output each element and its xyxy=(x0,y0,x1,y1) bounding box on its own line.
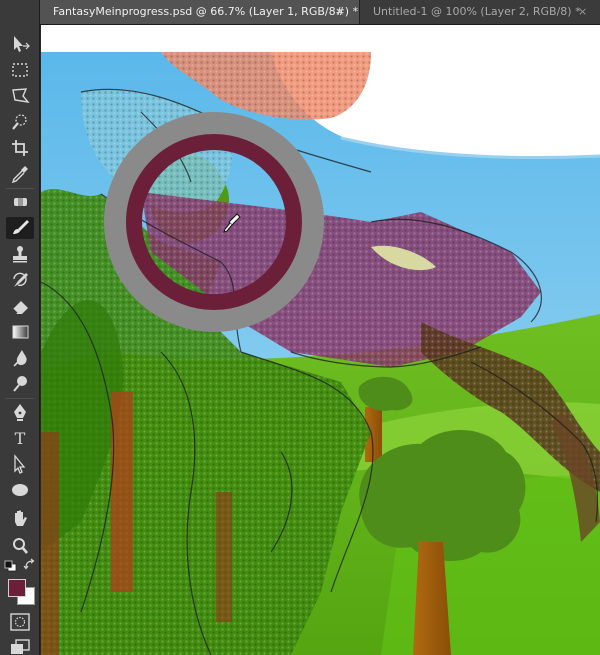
pen-icon xyxy=(14,404,26,421)
tab-label: FantasyMeinprogress.psd @ 66.7% (Layer 1… xyxy=(53,5,359,18)
history-brush-tool[interactable] xyxy=(6,269,34,291)
blur-tool[interactable] xyxy=(6,347,34,369)
gradient-icon xyxy=(12,325,29,339)
path-selection-icon xyxy=(14,454,26,474)
tab-fantasy-document[interactable]: FantasyMeinprogress.psd @ 66.7% (Layer 1… xyxy=(40,0,360,24)
close-tab-icon[interactable]: × xyxy=(578,0,587,24)
foreground-color-swatch[interactable] xyxy=(8,579,26,597)
eyedropper-icon xyxy=(11,166,28,184)
lasso-tool[interactable] xyxy=(6,85,34,107)
crop-tool[interactable] xyxy=(6,137,34,159)
toolbar-divider xyxy=(6,188,34,189)
dodge-tool[interactable] xyxy=(6,373,34,395)
blur-drop-icon xyxy=(13,350,27,367)
magnifier-icon xyxy=(13,538,29,554)
pen-tool[interactable] xyxy=(6,401,34,423)
tools-panel: T xyxy=(0,0,40,655)
document-tab-bar: FantasyMeinprogress.psd @ 66.7% (Layer 1… xyxy=(40,0,600,25)
ellipse-tool[interactable] xyxy=(6,479,34,501)
quick-mask-icon[interactable] xyxy=(10,613,30,631)
screen-mode-icon[interactable] xyxy=(10,639,30,655)
red-trunk-left xyxy=(111,392,133,592)
ellipse-icon xyxy=(12,484,28,496)
dodge-icon xyxy=(13,376,27,392)
type-tool-glyph: T xyxy=(15,429,26,448)
swap-colors-icon[interactable] xyxy=(23,558,36,571)
default-colors-icon[interactable] xyxy=(4,560,17,572)
brush-icon xyxy=(13,220,29,234)
history-brush-icon xyxy=(13,272,28,287)
eyedropper-tool[interactable] xyxy=(6,163,34,185)
polygonal-lasso-icon xyxy=(12,88,30,103)
marquee-tool[interactable] xyxy=(6,59,34,81)
close-tab-icon[interactable]: × xyxy=(335,0,344,24)
red-trunk-edge xyxy=(41,432,59,655)
crop-icon xyxy=(12,140,28,156)
document-canvas[interactable] xyxy=(41,52,600,655)
brush-tool[interactable] xyxy=(6,217,34,239)
move-tool[interactable] xyxy=(6,33,34,55)
clone-stamp-tool[interactable] xyxy=(6,243,34,265)
eraser-tool[interactable] xyxy=(6,295,34,317)
type-tool[interactable]: T xyxy=(6,427,34,449)
bandage-icon xyxy=(14,198,27,206)
hand-icon xyxy=(15,510,27,526)
toolbar-divider xyxy=(6,398,34,399)
move-icon xyxy=(14,36,30,52)
hand-tool[interactable] xyxy=(6,507,34,529)
quick-selection-tool[interactable] xyxy=(6,111,34,133)
eraser-icon xyxy=(12,301,28,314)
tab-untitled-document[interactable]: Untitled-1 @ 100% (Layer 2, RGB/8) * × xyxy=(360,0,600,24)
rectangle-marquee-icon xyxy=(12,63,28,77)
path-selection-tool[interactable] xyxy=(6,453,34,475)
tab-label: Untitled-1 @ 100% (Layer 2, RGB/8) * xyxy=(373,5,581,18)
canvas-top-strip xyxy=(41,25,600,53)
healing-brush-tool[interactable] xyxy=(6,191,34,213)
type-icon: T xyxy=(15,429,26,448)
red-trunk-inner xyxy=(216,492,232,622)
zoom-tool[interactable] xyxy=(6,535,34,557)
quick-selection-icon xyxy=(12,114,27,130)
gradient-tool[interactable] xyxy=(6,321,34,343)
stamp-icon xyxy=(13,246,27,263)
